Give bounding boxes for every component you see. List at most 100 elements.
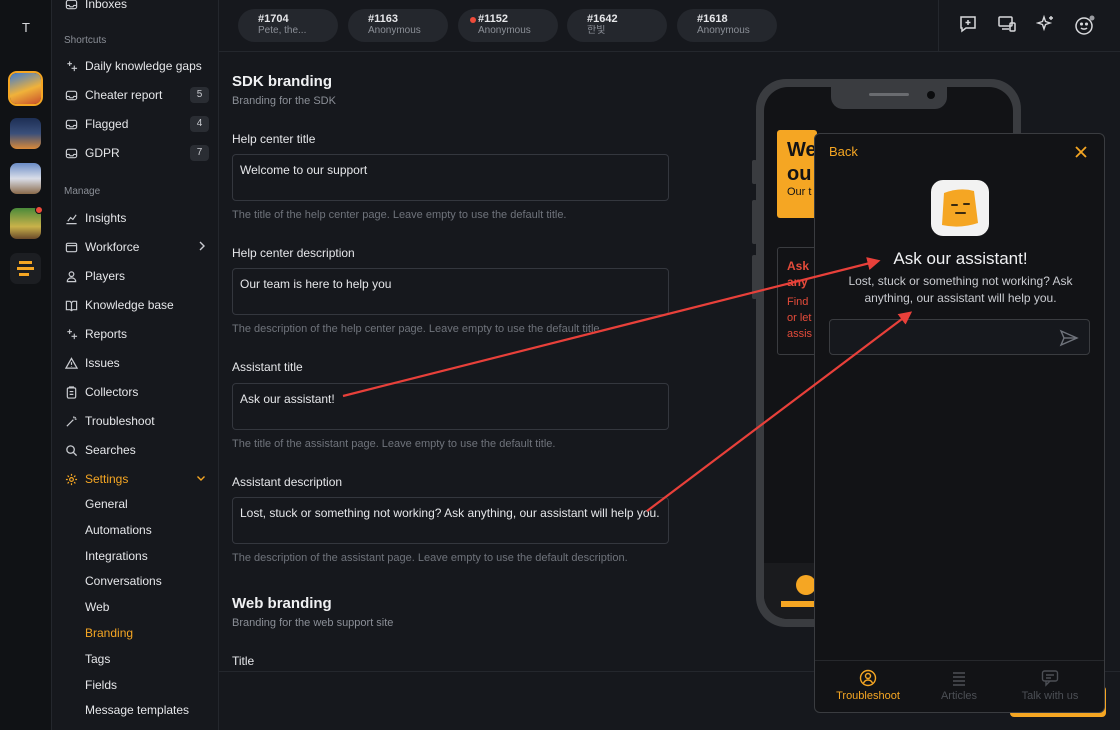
sidebar-item-reports[interactable]: Reports (64, 323, 209, 345)
new-message-icon[interactable] (958, 14, 980, 36)
game-app-icon-1[interactable] (10, 73, 41, 104)
devices-icon[interactable] (997, 14, 1019, 36)
settings-item-tags[interactable]: Tags (85, 650, 110, 668)
conversation-id: #1704 (258, 13, 289, 25)
chevron-down-icon (195, 472, 207, 487)
sidebar-item-label: Players (85, 269, 126, 283)
conversation-author: Pete, the... (258, 25, 307, 36)
help-center-description-input[interactable]: Our team is here to help you (232, 268, 669, 315)
brand-logo-icon (17, 261, 34, 276)
preview-assistant-card: Ask any Find or let assis (777, 247, 817, 355)
sidebar-item-label: Cheater report (85, 88, 163, 102)
sidebar-item-label: Searches (85, 443, 136, 457)
shortcuts-section-label: Shortcuts (64, 35, 107, 46)
preview-card-line: assis (787, 328, 813, 340)
game-app-icon-3[interactable] (10, 163, 41, 194)
assistant-widget-preview: Back Ask our assistant! Lost, stuck or s… (814, 133, 1105, 713)
conversation-tab[interactable]: #1618 Anonymous (677, 9, 777, 42)
wand-icon (64, 414, 78, 428)
unread-dot (470, 17, 476, 23)
preview-card-line: any (787, 275, 808, 289)
conversation-tab[interactable]: #1163 Anonymous (348, 9, 448, 42)
gear-icon (64, 472, 78, 486)
preview-card-line: or let (787, 312, 812, 324)
sparkles-icon[interactable] (1035, 14, 1058, 36)
brand-app-icon[interactable] (10, 253, 41, 284)
help-center-title-input[interactable]: Welcome to our support (232, 154, 669, 201)
chevron-right-icon (197, 240, 207, 255)
sidebar-item-knowledge-base[interactable]: Knowledge base (64, 294, 209, 316)
sidebar-item-label: Insights (85, 211, 127, 225)
sidebar-item-settings[interactable]: Settings (64, 468, 209, 490)
inbox-icon (64, 88, 78, 102)
sidebar-item-collectors[interactable]: Collectors (64, 381, 209, 403)
settings-item-branding[interactable]: Branding (85, 624, 133, 642)
sidebar-item-inboxes[interactable]: Inboxes (64, 0, 209, 15)
conversation-id: #1152 (478, 13, 508, 25)
sidebar-item-label: Collectors (85, 385, 139, 399)
sidebar-item-label: Inboxes (85, 0, 128, 11)
settings-item-web[interactable]: Web (85, 598, 109, 616)
preview-nav-dot (796, 575, 816, 595)
back-button[interactable]: Back (829, 144, 858, 159)
sdk-branding-title: SDK branding (232, 73, 332, 90)
sidebar-item-daily-knowledge-gaps[interactable]: Daily knowledge gaps (64, 55, 209, 77)
sidebar-item-label: Flagged (85, 117, 129, 131)
settings-item-general[interactable]: General (85, 495, 128, 513)
workspace-switcher[interactable]: T (0, 20, 52, 35)
tab-label: Talk with us (1021, 690, 1079, 702)
sidebar-item-cheater-report[interactable]: Cheater report 5 (64, 84, 209, 106)
profile-status-icon[interactable] (1074, 14, 1096, 36)
web-title-label: Title (232, 654, 255, 668)
sidebar-item-insights[interactable]: Insights (64, 207, 209, 229)
sidebar-item-troubleshoot[interactable]: Troubleshoot (64, 410, 209, 432)
assistant-title-input[interactable]: Ask our assistant! (232, 383, 669, 430)
assistant-title-help: The title of the assistant page. Leave e… (232, 438, 556, 450)
settings-item-message-templates[interactable]: Message templates (85, 701, 189, 719)
phone-speaker (869, 93, 909, 96)
send-icon[interactable] (1059, 328, 1079, 348)
tab-troubleshoot[interactable]: Troubleshoot (823, 669, 913, 702)
help-center-title-label: Help center title (232, 132, 316, 146)
conversation-id: #1618 (697, 13, 728, 25)
conversation-tab[interactable]: #1642 한빛 (567, 9, 667, 42)
settings-item-fields[interactable]: Fields (85, 676, 117, 694)
settings-item-integrations[interactable]: Integrations (85, 547, 148, 565)
conversation-id: #1163 (368, 13, 398, 25)
sidebar-item-flagged[interactable]: Flagged 4 (64, 113, 209, 135)
sidebar-item-label: Reports (85, 327, 128, 341)
settings-item-conversations[interactable]: Conversations (85, 572, 162, 590)
sidebar-item-workforce[interactable]: Workforce (64, 236, 209, 258)
conversation-tab[interactable]: #1704 Pete, the... (238, 9, 338, 42)
assistant-title: Ask our assistant! (893, 249, 1028, 268)
assistant-description-label: Assistant description (232, 475, 343, 489)
sidebar-item-label: Issues (85, 356, 120, 370)
conversation-author: Anonymous (697, 25, 750, 36)
web-branding-subtitle: Branding for the web support site (232, 617, 394, 629)
game-app-icon-2[interactable] (10, 118, 41, 149)
sidebar-item-issues[interactable]: Issues (64, 352, 209, 374)
sidebar-item-gdpr[interactable]: GDPR 7 (64, 142, 209, 164)
help-center-description-label: Help center description (232, 246, 355, 260)
window-icon (64, 240, 78, 254)
sidebar-item-searches[interactable]: Searches (64, 439, 209, 461)
chat-icon (1041, 670, 1059, 687)
help-center-description-help: The description of the help center page.… (232, 323, 603, 335)
tab-articles[interactable]: Articles (914, 669, 1004, 702)
conversation-tab[interactable]: #1152 Anonymous (458, 9, 558, 42)
articles-icon (953, 672, 965, 686)
sidebar-item-players[interactable]: Players (64, 265, 209, 287)
game-app-icon-4[interactable] (10, 206, 43, 239)
close-icon[interactable] (1073, 144, 1089, 160)
clipboard-icon (64, 385, 78, 399)
tab-label: Articles (940, 690, 978, 702)
preview-card-line: Ask (787, 259, 810, 273)
sdk-branding-subtitle: Branding for the SDK (232, 95, 336, 107)
assistant-message-input[interactable] (829, 319, 1090, 355)
settings-item-automations[interactable]: Automations (85, 521, 152, 539)
sidebar: Inboxes Shortcuts Daily knowledge gaps C… (52, 0, 219, 730)
notification-dot (35, 206, 43, 214)
tab-talk-with-us[interactable]: Talk with us (1005, 669, 1095, 702)
preview-nav-bar (781, 601, 817, 607)
assistant-description-input[interactable]: Lost, stuck or something not working? As… (232, 497, 669, 544)
